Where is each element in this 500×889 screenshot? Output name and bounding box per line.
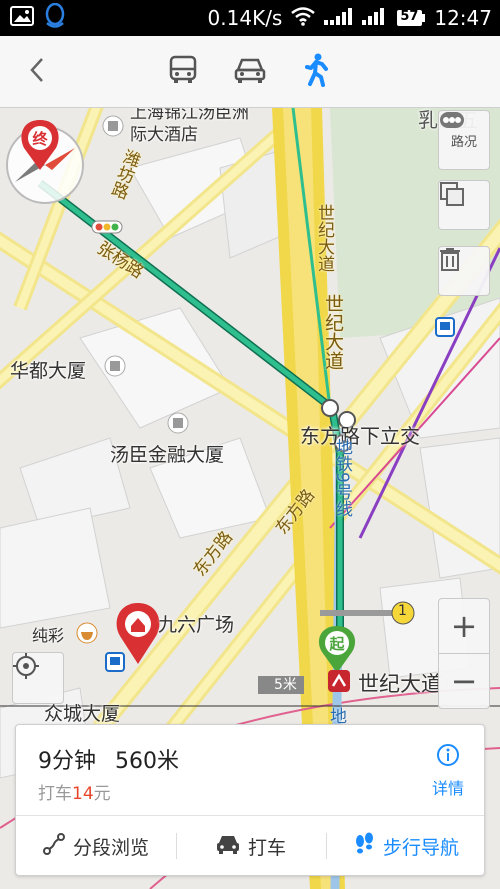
segment-browse-label: 分段浏览 xyxy=(72,836,149,859)
route-mode-toolbar xyxy=(0,36,500,108)
traffic-label: 路况 xyxy=(450,134,477,150)
clear-button[interactable] xyxy=(438,246,490,296)
poi-hotel-label: 上海锦江汤臣洲际大酒店 xyxy=(130,108,249,145)
poi-huadu-label: 华都大厦 xyxy=(10,360,87,382)
battery-icon: 57 xyxy=(396,8,426,28)
start-marker[interactable]: 起 xyxy=(325,631,349,655)
poi-chuncai-label: 纯彩 xyxy=(32,626,65,645)
battery-level: 57 xyxy=(400,9,419,24)
details-button[interactable]: 详情 xyxy=(432,743,464,799)
start-marker-label: 起 xyxy=(329,634,345,653)
poi-tangchen-label: 汤臣金融大厦 xyxy=(110,444,225,466)
status-bar: 0.14K/s 57 12:47 xyxy=(0,0,500,36)
card-divider xyxy=(16,815,484,816)
taxi-price-value: 14 xyxy=(72,784,94,804)
bus-icon xyxy=(169,55,197,89)
walk-navigation-label: 步行导航 xyxy=(382,836,459,859)
route-summary-card[interactable]: 9分钟 560米 打车14元 详情 分段浏览 打车 步行导航 xyxy=(15,724,485,876)
plus-icon: + xyxy=(450,607,478,645)
scale-label: 5米 xyxy=(274,677,297,693)
taxi-button[interactable]: 打车 xyxy=(176,817,326,875)
traffic-button[interactable]: 路况 xyxy=(438,110,490,170)
junction-label: 东方路下立交 xyxy=(300,424,420,448)
walk-mode-button[interactable] xyxy=(292,36,342,108)
walk-navigation-button[interactable]: 步行导航 xyxy=(326,817,486,875)
route-summary: 9分钟 560米 xyxy=(38,743,179,775)
details-label: 详情 xyxy=(431,779,464,798)
signal-icon xyxy=(362,6,388,31)
back-button[interactable] xyxy=(14,36,60,108)
walk-icon xyxy=(303,53,331,91)
taxi-price-prefix: 打车 xyxy=(38,784,72,804)
route-segment-icon xyxy=(42,832,65,860)
metro-line9-label: 地铁9号线 xyxy=(332,438,352,517)
qq-icon xyxy=(44,2,66,33)
network-speed: 0.14K/s xyxy=(207,6,283,30)
clock: 12:47 xyxy=(434,6,492,30)
route-duration: 9分钟 xyxy=(38,749,96,774)
poi-jiuliu-label: 九六广场 xyxy=(158,614,235,636)
layers-button[interactable] xyxy=(438,180,490,230)
taxi-price: 打车14元 xyxy=(38,779,111,804)
compass-button[interactable] xyxy=(7,127,83,203)
footprint-icon xyxy=(353,832,375,861)
segment-browse-button[interactable]: 分段浏览 xyxy=(16,817,176,875)
route-distance: 560米 xyxy=(115,749,179,774)
car-icon xyxy=(234,56,266,88)
zoom-in-button[interactable]: + xyxy=(438,598,490,654)
locate-button[interactable] xyxy=(12,652,64,704)
car-mode-button[interactable] xyxy=(225,36,275,108)
station-shiji-label: 世纪大道 xyxy=(358,672,442,696)
minus-icon: − xyxy=(450,662,478,700)
bus-mode-button[interactable] xyxy=(158,36,208,108)
image-icon xyxy=(10,6,34,30)
taxi-label: 打车 xyxy=(247,836,286,859)
metro-line-badge: 1 xyxy=(398,603,407,619)
road-shiji-label-1: 世纪大道 xyxy=(314,204,334,272)
road-shiji-label-2: 世纪大道 xyxy=(322,294,344,370)
zoom-out-button[interactable]: − xyxy=(438,653,490,709)
taxi-price-unit: 元 xyxy=(93,784,111,804)
chevron-left-icon xyxy=(27,55,47,89)
info-icon xyxy=(436,743,460,771)
taxi-icon xyxy=(216,833,240,860)
signal-icon xyxy=(324,6,354,31)
wifi-icon xyxy=(290,6,316,31)
